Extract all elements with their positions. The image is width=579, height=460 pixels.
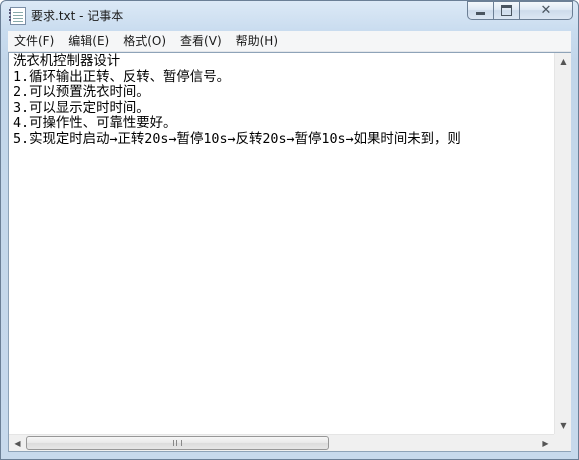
scroll-up-icon[interactable]: ▲ <box>555 53 572 70</box>
close-icon: ✕ <box>540 3 552 18</box>
title-bar[interactable]: 要求.txt - 记事本 ✕ <box>1 1 578 31</box>
editor: 洗衣机控制器设计 1.循环输出正转、反转、暂停信号。 2.可以预置洗衣时间。 3… <box>8 52 571 452</box>
scroll-down-icon[interactable]: ▼ <box>555 417 572 434</box>
menu-help[interactable]: 帮助(H) <box>229 31 285 51</box>
document-line: 1.循环输出正转、反转、暂停信号。 <box>13 69 230 85</box>
text-area[interactable]: 洗衣机控制器设计 1.循环输出正转、反转、暂停信号。 2.可以预置洗衣时间。 3… <box>9 53 554 434</box>
maximize-button[interactable] <box>494 1 520 20</box>
scroll-right-icon[interactable]: ▶ <box>537 435 554 452</box>
minimize-icon <box>476 12 485 15</box>
document-line: 洗衣机控制器设计 <box>13 54 121 69</box>
window-title: 要求.txt - 记事本 <box>31 9 124 23</box>
scroll-left-icon[interactable]: ◀ <box>9 435 26 452</box>
menu-view[interactable]: 查看(V) <box>173 31 229 51</box>
document-line: 2.可以预置洗衣时间。 <box>13 85 150 101</box>
notepad-icon[interactable] <box>9 7 26 25</box>
menu-bar: 文件(F) 编辑(E) 格式(O) 查看(V) 帮助(H) <box>8 31 571 52</box>
notepad-window: 要求.txt - 记事本 ✕ 文件(F) 编辑(E) 格式(O) 查看(V) 帮… <box>0 0 579 460</box>
window-controls: ✕ <box>467 1 573 20</box>
size-grip[interactable] <box>554 434 571 451</box>
document-line: 5.实现定时启动→正转20s→暂停10s→反转20s→暂停10s→如果时间未到，… <box>13 131 461 147</box>
minimize-button[interactable] <box>467 1 494 20</box>
horizontal-scroll-thumb[interactable] <box>26 436 329 450</box>
vertical-scrollbar[interactable]: ▲ ▼ <box>554 53 571 434</box>
document-line: 4.可操作性、可靠性要好。 <box>13 116 177 132</box>
close-button[interactable]: ✕ <box>520 1 573 20</box>
maximize-icon <box>501 5 512 16</box>
menu-file[interactable]: 文件(F) <box>8 31 61 51</box>
horizontal-scrollbar[interactable]: ◀ ▶ <box>9 434 554 451</box>
menu-edit[interactable]: 编辑(E) <box>61 31 116 51</box>
menu-format[interactable]: 格式(O) <box>116 31 173 51</box>
grip-icon <box>173 440 182 446</box>
document-line: 3.可以显示定时时间。 <box>13 100 150 116</box>
